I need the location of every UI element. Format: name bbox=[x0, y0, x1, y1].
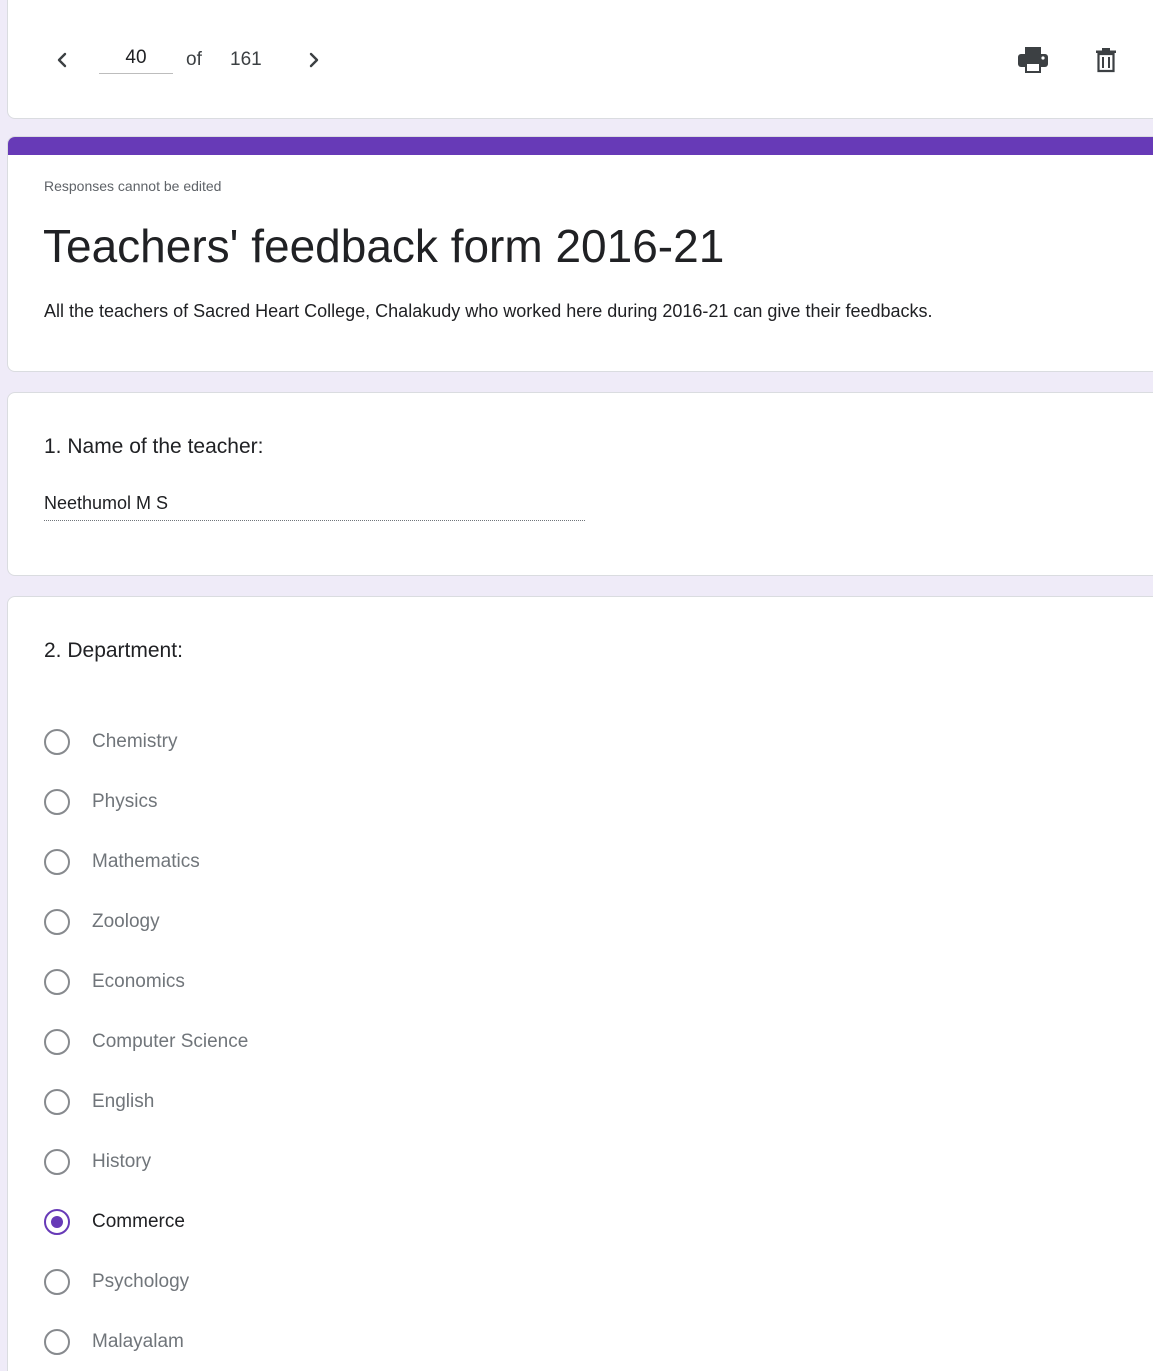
question-card-teacher-name: 1. Name of the teacher: Neethumol M S bbox=[7, 392, 1153, 576]
header-accent-stripe bbox=[8, 137, 1153, 155]
radio-button[interactable] bbox=[44, 1269, 70, 1295]
radio-option-label: Commerce bbox=[92, 1211, 185, 1232]
radio-option-zoology[interactable]: Zoology bbox=[44, 907, 160, 937]
print-icon bbox=[1018, 47, 1048, 73]
radio-option-label: Computer Science bbox=[92, 1031, 249, 1052]
radio-option-economics[interactable]: Economics bbox=[44, 967, 185, 997]
radio-option-physics[interactable]: Physics bbox=[44, 787, 157, 817]
radio-option-label: Chemistry bbox=[92, 731, 178, 752]
radio-button[interactable] bbox=[44, 729, 70, 755]
radio-option-label: History bbox=[92, 1151, 152, 1172]
trash-icon bbox=[1096, 48, 1116, 73]
radio-option-label: Physics bbox=[92, 791, 158, 812]
edit-notice: Responses cannot be edited bbox=[44, 178, 222, 194]
chevron-right-icon bbox=[309, 52, 319, 68]
radio-option-label: English bbox=[92, 1091, 155, 1112]
form-description: All the teachers of Sacred Heart College… bbox=[44, 301, 933, 321]
question-title: 2. Department: bbox=[44, 639, 183, 662]
form-header-card: Responses cannot be edited Teachers' fee… bbox=[7, 136, 1153, 372]
radio-option-mathematics[interactable]: Mathematics bbox=[44, 847, 200, 877]
next-response-button[interactable] bbox=[296, 42, 332, 78]
form-title: Teachers' feedback form 2016-21 bbox=[43, 220, 725, 272]
radio-button-selected[interactable] bbox=[44, 1209, 70, 1235]
radio-option-malayalam[interactable]: Malayalam bbox=[44, 1327, 184, 1357]
teacher-name-answer: Neethumol M S bbox=[44, 493, 585, 521]
radio-option-commerce[interactable]: Commerce bbox=[44, 1207, 185, 1237]
radio-button[interactable] bbox=[44, 1029, 70, 1055]
response-number-input[interactable] bbox=[99, 43, 173, 74]
radio-option-label: Psychology bbox=[92, 1271, 190, 1292]
response-navigation-bar: of 161 bbox=[7, 0, 1153, 119]
question-title: 1. Name of the teacher: bbox=[44, 435, 264, 458]
radio-option-history[interactable]: History bbox=[44, 1147, 151, 1177]
delete-response-button[interactable] bbox=[1088, 42, 1124, 78]
radio-option-label: Economics bbox=[92, 971, 185, 992]
radio-selected-dot bbox=[51, 1216, 63, 1228]
radio-button[interactable] bbox=[44, 1329, 70, 1355]
print-button[interactable] bbox=[1015, 42, 1051, 78]
radio-option-english[interactable]: English bbox=[44, 1087, 154, 1117]
radio-button[interactable] bbox=[44, 1089, 70, 1115]
total-responses-count: 161 bbox=[230, 49, 262, 70]
radio-option-chemistry[interactable]: Chemistry bbox=[44, 727, 178, 757]
radio-option-label: Malayalam bbox=[92, 1331, 184, 1352]
radio-option-psychology[interactable]: Psychology bbox=[44, 1267, 189, 1297]
response-viewer: of 161 bbox=[0, 0, 1153, 1371]
radio-button[interactable] bbox=[44, 969, 70, 995]
of-label: of bbox=[186, 49, 202, 70]
chevron-left-icon bbox=[57, 52, 67, 68]
radio-button[interactable] bbox=[44, 909, 70, 935]
radio-option-label: Mathematics bbox=[92, 851, 200, 872]
radio-option-computer-science[interactable]: Computer Science bbox=[44, 1027, 248, 1057]
question-card-department: 2. Department: Chemistry Physics Mathema… bbox=[7, 596, 1153, 1371]
radio-button[interactable] bbox=[44, 849, 70, 875]
radio-button[interactable] bbox=[44, 1149, 70, 1175]
radio-option-label: Zoology bbox=[92, 911, 160, 932]
previous-response-button[interactable] bbox=[44, 42, 80, 78]
radio-button[interactable] bbox=[44, 789, 70, 815]
